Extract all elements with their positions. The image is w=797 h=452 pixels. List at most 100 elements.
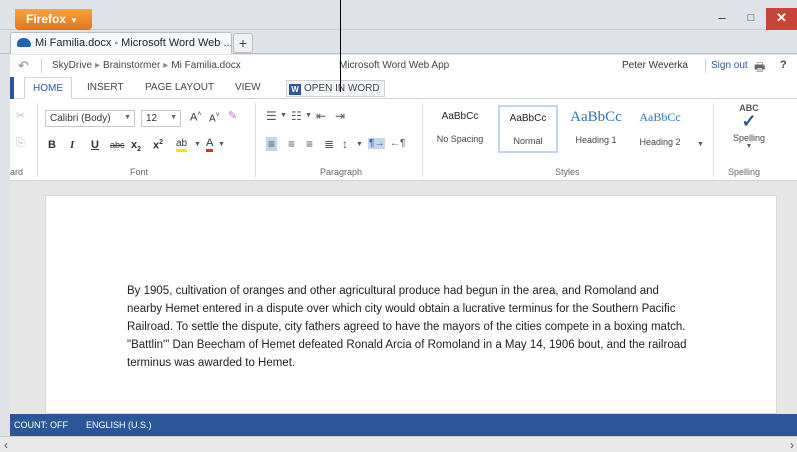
status-bar: COUNT: OFF ENGLISH (U.S.) — [10, 414, 797, 436]
chevron-down-icon[interactable]: ▼ — [194, 141, 201, 148]
font-size-value: 12 — [146, 113, 158, 124]
word-icon: W — [289, 84, 301, 95]
minimize-button[interactable]: – — [708, 8, 736, 30]
sign-out-link[interactable]: Sign out — [711, 60, 748, 71]
rtl-icon[interactable]: ←¶ — [390, 138, 405, 149]
font-color-button[interactable]: A — [206, 137, 214, 152]
font-name-value: Calibri (Body) — [50, 113, 111, 124]
file-tab-edge[interactable] — [10, 77, 14, 99]
align-left-icon[interactable]: ≡ — [266, 137, 278, 151]
styles-more-icon[interactable]: ▼ — [697, 141, 704, 148]
align-right-icon[interactable]: ≡ — [306, 137, 313, 151]
divider — [705, 59, 706, 73]
tab-page-layout[interactable]: PAGE LAYOUT — [145, 82, 214, 93]
ribbon-tabs: HOME INSERT PAGE LAYOUT VIEW W OPEN IN WO… — [10, 77, 797, 100]
ltr-icon[interactable]: ¶→ — [368, 138, 386, 149]
firefox-menu-button[interactable]: Firefox ▼ — [15, 9, 92, 30]
style-sample: AaBbCc — [639, 110, 681, 124]
style-sample: AaBbCc — [570, 109, 622, 125]
back-arrow-icon[interactable]: ↶ — [18, 58, 29, 74]
ribbon: ✂ ⎘ ard Calibri (Body) ▼ 12 ▼ A˄ A˅ ✎ B I … — [10, 99, 797, 181]
browser-title-bar: Firefox ▼ – □ ✕ — [0, 0, 797, 30]
copy-icon[interactable]: ⎘ — [16, 137, 25, 150]
style-name: Heading 2 — [639, 137, 681, 147]
styles-group-label: Styles — [555, 167, 580, 177]
new-tab-button[interactable]: + — [233, 33, 253, 53]
style-name: Heading 1 — [575, 135, 617, 145]
italic-button[interactable]: I — [70, 139, 74, 151]
font-group-label: Font — [130, 167, 149, 177]
increase-indent-icon[interactable]: ⇥ — [335, 109, 345, 123]
strikethrough-button[interactable]: abc — [110, 140, 125, 150]
print-icon[interactable]: 🖶 — [754, 58, 765, 79]
superscript-button[interactable]: x2 — [153, 139, 163, 152]
justify-icon[interactable]: ≣ — [324, 137, 334, 151]
style-sample: AaBbCc — [441, 111, 479, 122]
align-center-icon[interactable]: ≡ — [288, 137, 295, 151]
tab-view[interactable]: VIEW — [235, 82, 261, 93]
open-in-word-label: OPEN IN WORD — [304, 83, 380, 94]
bullets-icon[interactable]: ☰ — [266, 109, 277, 123]
bold-button[interactable]: B — [48, 139, 56, 151]
style-name: No Spacing — [436, 134, 484, 144]
style-no-spacing[interactable]: AaBbCc No Spacing — [430, 105, 490, 153]
numbering-icon[interactable]: ☷ — [291, 109, 302, 123]
breadcrumb-skydrive[interactable]: SkyDrive — [52, 60, 92, 71]
spelling-button-label: Spelling — [732, 133, 766, 143]
divider — [713, 103, 714, 177]
scroll-left-icon[interactable]: ‹ — [4, 438, 8, 452]
skydrive-cloud-icon — [17, 38, 31, 47]
divider — [255, 103, 256, 177]
divider — [41, 59, 42, 73]
style-heading-2[interactable]: AaBbCc Heading 2 — [630, 105, 690, 153]
spelling-button[interactable]: ABC ✓ Spelling ▼ — [726, 103, 772, 159]
user-name[interactable]: Peter Weverka — [622, 60, 688, 71]
maximize-button[interactable]: □ — [737, 8, 765, 30]
scroll-right-icon[interactable]: › — [790, 438, 794, 452]
decrease-indent-icon[interactable]: ⇤ — [316, 109, 326, 123]
horizontal-scrollbar[interactable]: ‹ › — [0, 436, 797, 452]
tab-home[interactable]: HOME — [24, 77, 72, 100]
chevron-down-icon[interactable]: ▼ — [218, 141, 225, 148]
font-size-select[interactable]: 12 ▼ — [141, 110, 181, 127]
tab-insert[interactable]: INSERT — [87, 82, 124, 93]
highlight-button[interactable]: ab — [176, 139, 188, 152]
shrink-font-icon[interactable]: A˅ — [209, 112, 220, 124]
document-page[interactable]: By 1905, cultivation of oranges and othe… — [45, 195, 777, 414]
language-status[interactable]: ENGLISH (U.S.) — [86, 420, 152, 430]
app-header: ↶ SkyDrive ▸ Brainstormer ▸ Mi Familia.docx … — [10, 55, 797, 77]
underline-button[interactable]: U — [91, 139, 99, 151]
breadcrumb-brainstormer[interactable]: Brainstormer — [103, 60, 160, 71]
chevron-down-icon[interactable]: ▼ — [356, 141, 363, 148]
close-button[interactable]: ✕ — [766, 8, 797, 30]
tab-strip: Mi Familia.docx - Microsoft Word Web ...… — [0, 30, 797, 54]
word-count-status[interactable]: COUNT: OFF — [14, 420, 68, 430]
chevron-down-icon[interactable]: ▼ — [305, 112, 312, 119]
help-button[interactable]: ? — [780, 59, 787, 71]
app-name: Microsoft Word Web App — [339, 60, 450, 71]
divider — [37, 103, 38, 177]
paragraph-group-label: Paragraph — [320, 167, 363, 177]
breadcrumb-separator-icon: ▸ — [95, 60, 101, 71]
tab-title: Mi Familia.docx - Microsoft Word Web ... — [35, 37, 232, 49]
checkmark-icon: ✓ — [741, 111, 757, 131]
document-paragraph[interactable]: By 1905, cultivation of oranges and othe… — [127, 282, 687, 372]
chevron-down-icon: ▼ — [745, 143, 753, 150]
grow-font-icon[interactable]: A˄ — [190, 111, 201, 124]
font-color-label: A — [206, 137, 214, 149]
line-spacing-icon[interactable]: ↕ — [342, 137, 348, 151]
callout-line — [340, 0, 341, 92]
style-normal[interactable]: AaBbCc Normal — [498, 105, 558, 153]
subscript-button[interactable]: x2 — [131, 139, 141, 153]
chevron-down-icon[interactable]: ▼ — [280, 112, 287, 119]
font-name-select[interactable]: Calibri (Body) ▼ — [45, 110, 135, 127]
open-in-word-button[interactable]: W OPEN IN WORD — [286, 80, 385, 97]
style-heading-1[interactable]: AaBbCc Heading 1 — [566, 105, 626, 153]
clear-formatting-icon[interactable]: ✎ — [228, 109, 237, 122]
browser-tab-mi-familia[interactable]: Mi Familia.docx - Microsoft Word Web ... — [10, 32, 232, 54]
cut-icon[interactable]: ✂ — [16, 109, 25, 122]
chevron-down-icon: ▼ — [70, 16, 78, 25]
breadcrumb-file: Mi Familia.docx — [171, 60, 241, 71]
firefox-menu-label: Firefox — [26, 12, 67, 26]
window-frame-left — [0, 54, 10, 436]
